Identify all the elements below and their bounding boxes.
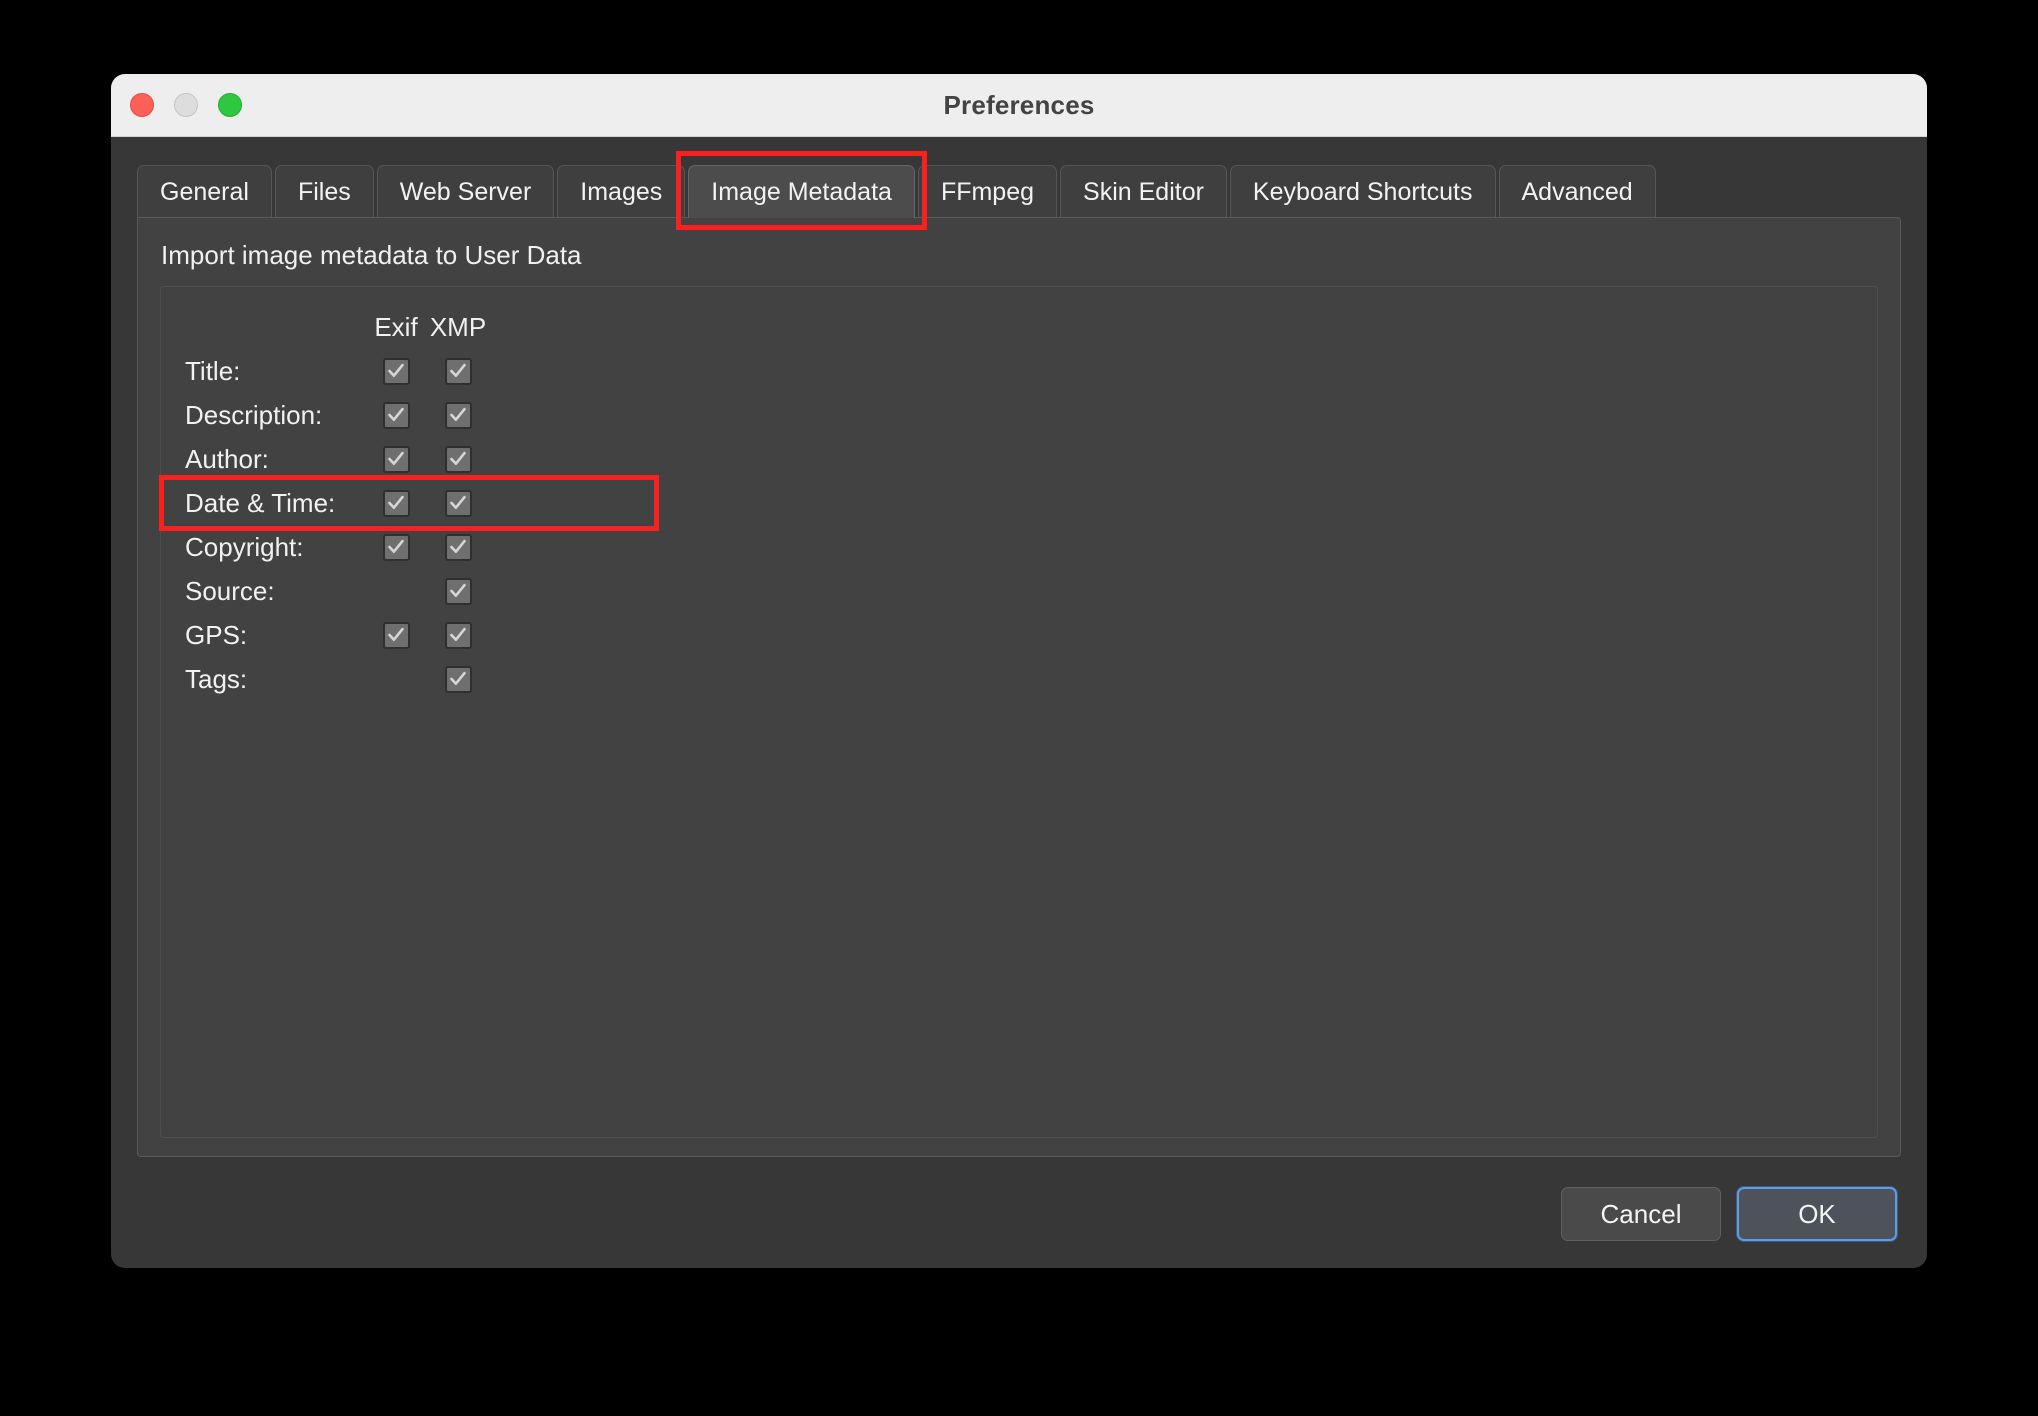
metadata-row: Title: — [183, 349, 489, 393]
preferences-tab-bar: General Files Web Server Images Image Me… — [137, 165, 1901, 218]
metadata-cell-exif[interactable] — [365, 401, 427, 429]
checkbox-exif[interactable] — [382, 445, 410, 473]
tab-general[interactable]: General — [137, 165, 272, 218]
metadata-row-label: Author: — [185, 443, 269, 474]
metadata-row: Date & Time: — [183, 481, 489, 525]
tab-keyboard-shortcuts[interactable]: Keyboard Shortcuts — [1229, 165, 1496, 218]
checkbox-xmp[interactable] — [444, 533, 472, 561]
metadata-cell-exif[interactable] — [365, 533, 427, 561]
checkbox-exif[interactable] — [382, 533, 410, 561]
image-metadata-panel: Import image metadata to User Data Exif … — [137, 217, 1901, 1157]
metadata-cell-xmp[interactable] — [427, 401, 489, 429]
metadata-row-label: Description: — [185, 399, 323, 430]
traffic-light-group — [130, 93, 242, 117]
tab-label: Advanced — [1521, 177, 1633, 206]
column-header-exif: Exif — [374, 311, 418, 342]
tab-label: Web Server — [399, 177, 532, 206]
metadata-cell-xmp[interactable] — [427, 533, 489, 561]
metadata-cell-xmp[interactable] — [427, 357, 489, 385]
metadata-column-headers: Exif XMP — [183, 305, 489, 349]
checkbox-xmp[interactable] — [444, 489, 472, 517]
column-header-xmp: XMP — [429, 311, 487, 342]
checkbox-xmp[interactable] — [444, 621, 472, 649]
preferences-window: Preferences General Files Web Server Ima… — [111, 74, 1927, 1268]
checkbox-placeholder — [383, 666, 410, 693]
close-button-icon[interactable] — [130, 93, 154, 117]
tab-files[interactable]: Files — [274, 165, 374, 218]
metadata-row-label: Title: — [185, 355, 241, 386]
checkbox-xmp[interactable] — [444, 357, 472, 385]
metadata-cell-xmp[interactable] — [427, 445, 489, 473]
window-title: Preferences — [943, 89, 1095, 120]
checkbox-exif[interactable] — [382, 489, 410, 517]
metadata-row-label: Source: — [185, 575, 275, 606]
metadata-row: Source: — [183, 569, 489, 613]
metadata-grid: Exif XMP Title: Description: Author: Date &… — [183, 305, 489, 701]
metadata-cell-exif[interactable] — [365, 621, 427, 649]
checkbox-xmp[interactable] — [444, 445, 472, 473]
metadata-row: Author: — [183, 437, 489, 481]
metadata-cell-exif[interactable] — [365, 357, 427, 385]
metadata-row: Description: — [183, 393, 489, 437]
checkbox-xmp[interactable] — [444, 401, 472, 429]
checkbox-xmp[interactable] — [444, 665, 472, 693]
dialog-footer: Cancel OK — [1561, 1187, 1897, 1241]
tab-skin-editor[interactable]: Skin Editor — [1060, 165, 1227, 218]
tab-label: Files — [297, 177, 351, 206]
checkbox-exif[interactable] — [382, 401, 410, 429]
metadata-row: Tags: — [183, 657, 489, 701]
metadata-cell-xmp[interactable] — [427, 489, 489, 517]
checkbox-placeholder — [383, 578, 410, 605]
window-body: General Files Web Server Images Image Me… — [111, 137, 1927, 1268]
checkbox-exif[interactable] — [382, 357, 410, 385]
metadata-row-label: GPS: — [185, 619, 248, 650]
cancel-button[interactable]: Cancel — [1561, 1187, 1721, 1241]
minimize-button-icon[interactable] — [174, 93, 198, 117]
metadata-group-box: Exif XMP Title: Description: Author: Date &… — [160, 286, 1878, 1138]
tab-label: FFmpeg — [940, 177, 1035, 206]
tab-images[interactable]: Images — [557, 165, 686, 218]
tab-label: Images — [580, 177, 663, 206]
metadata-cell-xmp[interactable] — [427, 621, 489, 649]
metadata-row-label: Tags: — [185, 663, 248, 694]
maximize-button-icon[interactable] — [218, 93, 242, 117]
tab-label: Skin Editor — [1083, 177, 1204, 206]
tab-label: General — [160, 177, 249, 206]
metadata-row-label: Date & Time: — [185, 487, 336, 518]
metadata-row-label: Copyright: — [185, 531, 304, 562]
tab-advanced[interactable]: Advanced — [1498, 165, 1656, 218]
tab-image-metadata[interactable]: Image Metadata — [688, 165, 915, 218]
checkbox-exif[interactable] — [382, 621, 410, 649]
section-title: Import image metadata to User Data — [161, 240, 582, 270]
metadata-cell-exif[interactable] — [365, 445, 427, 473]
metadata-cell-xmp[interactable] — [427, 665, 489, 693]
metadata-cell-exif — [365, 578, 427, 605]
ok-button[interactable]: OK — [1737, 1187, 1897, 1241]
metadata-cell-xmp[interactable] — [427, 577, 489, 605]
metadata-row: Copyright: — [183, 525, 489, 569]
checkbox-xmp[interactable] — [444, 577, 472, 605]
tab-web-server[interactable]: Web Server — [376, 165, 555, 218]
metadata-cell-exif[interactable] — [365, 489, 427, 517]
tab-label: Image Metadata — [711, 177, 892, 206]
window-titlebar: Preferences — [111, 74, 1927, 137]
metadata-cell-exif — [365, 666, 427, 693]
tab-ffmpeg[interactable]: FFmpeg — [917, 165, 1058, 218]
metadata-row: GPS: — [183, 613, 489, 657]
tab-label: Keyboard Shortcuts — [1252, 177, 1473, 206]
